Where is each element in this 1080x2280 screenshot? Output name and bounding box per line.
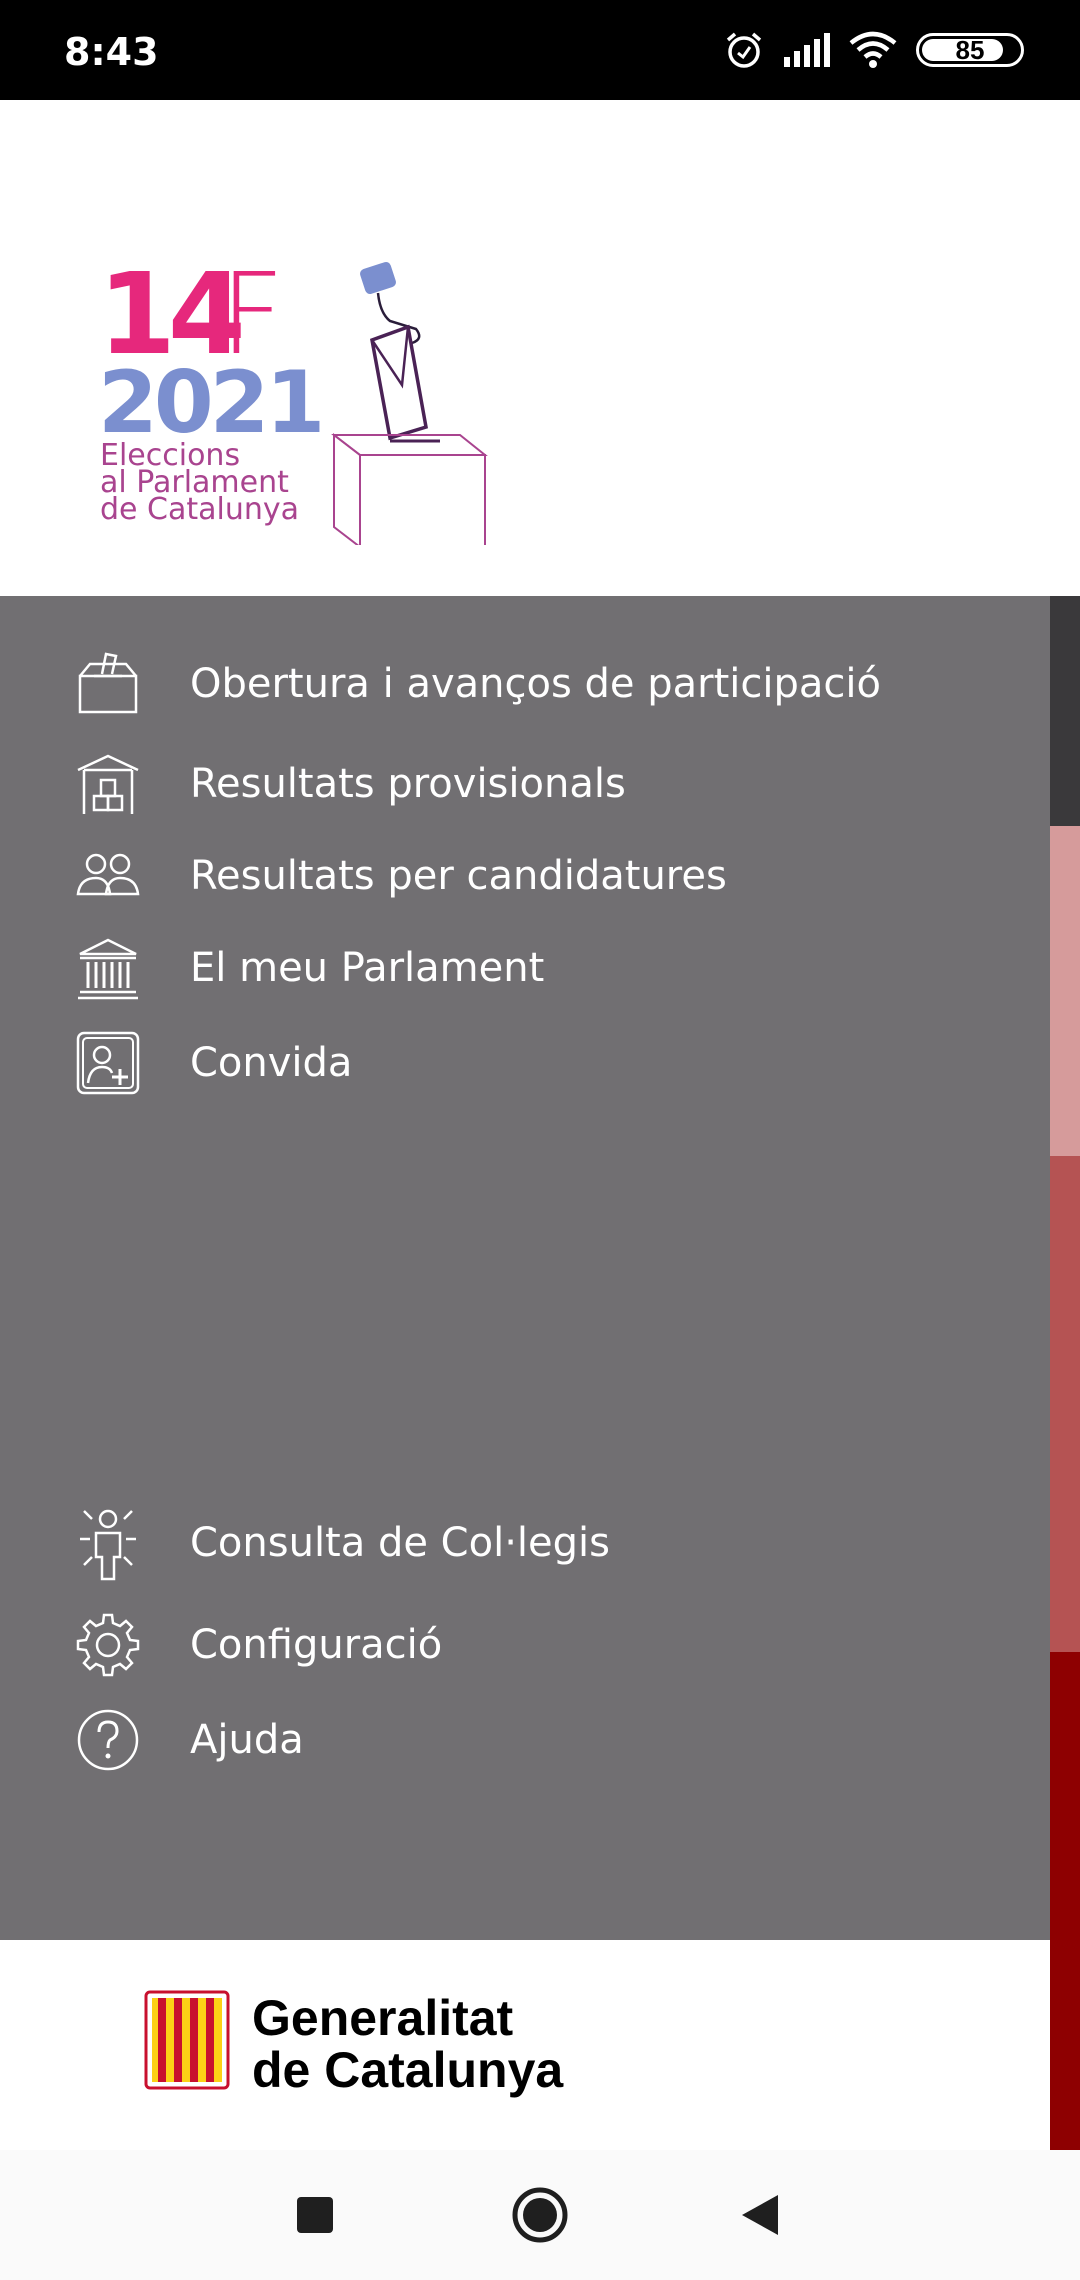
home-icon — [512, 2187, 568, 2243]
battery-label: 85 — [955, 34, 985, 65]
battery-icon: 85 — [916, 33, 1024, 67]
status-time: 8:43 — [64, 30, 159, 74]
alarm-icon — [726, 32, 762, 68]
wifi-icon — [849, 31, 897, 68]
menu-item-consulta-collegis[interactable]: Consulta de Col·legis — [0, 1501, 1050, 1585]
back-button[interactable] — [720, 2180, 800, 2250]
results-building-icon — [77, 754, 139, 814]
candidates-icon — [76, 853, 140, 896]
menu-label: Obertura i avanços de participació — [190, 661, 881, 707]
polling-station-icon — [80, 1509, 136, 1581]
drawer-header: 14 F 2021 Eleccions al Parlament de Cata… — [0, 100, 1050, 596]
generalitat-wordmark: Generalitat de Catalunya — [252, 1992, 563, 2096]
menu-item-el-meu-parlament[interactable]: El meu Parlament — [0, 926, 1050, 1010]
back-icon — [742, 2195, 778, 2235]
parliament-icon — [78, 938, 138, 1000]
recents-button[interactable] — [275, 2180, 355, 2250]
menu-label: El meu Parlament — [190, 945, 545, 991]
background-content-strip — [1050, 596, 1080, 2150]
menu-item-resultats-provisionals[interactable]: Resultats provisionals — [0, 742, 1050, 826]
menu-label: Configuració — [190, 1622, 443, 1668]
ballot-box-icon — [78, 652, 138, 714]
menu-label: Resultats per candidatures — [190, 853, 727, 899]
generalitat-line2: de Catalunya — [252, 2042, 564, 2098]
strip-segment — [1050, 1156, 1080, 1652]
gear-icon — [76, 1613, 140, 1677]
help-icon — [77, 1709, 139, 1771]
logo-line5: de Catalunya — [100, 492, 299, 527]
status-icons: 85 — [724, 28, 1024, 72]
menu-label: Consulta de Col·legis — [190, 1520, 610, 1566]
strip-segment — [1050, 596, 1080, 826]
recents-icon — [297, 2197, 333, 2233]
strip-segment — [1050, 826, 1080, 1156]
drawer-footer: Generalitat de Catalunya — [0, 1940, 1050, 2150]
menu-label: Ajuda — [190, 1717, 304, 1763]
menu-label: Convida — [190, 1040, 353, 1086]
generalitat-logo-icon — [144, 1990, 230, 2090]
generalitat-line1: Generalitat — [252, 1990, 514, 2046]
menu-item-convida[interactable]: Convida — [0, 1021, 1050, 1105]
elections-logo: 14 F 2021 Eleccions al Parlament de Cata… — [98, 255, 488, 545]
home-button[interactable] — [500, 2180, 580, 2250]
status-bar: 8:43 85 — [0, 0, 1080, 100]
invite-user-icon — [76, 1031, 140, 1095]
drawer-menu: Obertura i avanços de participació Resul… — [0, 596, 1050, 1940]
menu-item-obertura[interactable]: Obertura i avanços de participació — [0, 642, 1050, 726]
menu-item-resultats-candidatures[interactable]: Resultats per candidatures — [0, 834, 1050, 918]
strip-segment — [1050, 1652, 1080, 2150]
ballot-illustration — [331, 261, 488, 545]
menu-item-ajuda[interactable]: Ajuda — [0, 1698, 1050, 1782]
menu-label: Resultats provisionals — [190, 761, 626, 807]
navigation-bar — [0, 2150, 1080, 2280]
signal-icon — [784, 33, 830, 67]
menu-item-configuracio[interactable]: Configuració — [0, 1603, 1050, 1687]
